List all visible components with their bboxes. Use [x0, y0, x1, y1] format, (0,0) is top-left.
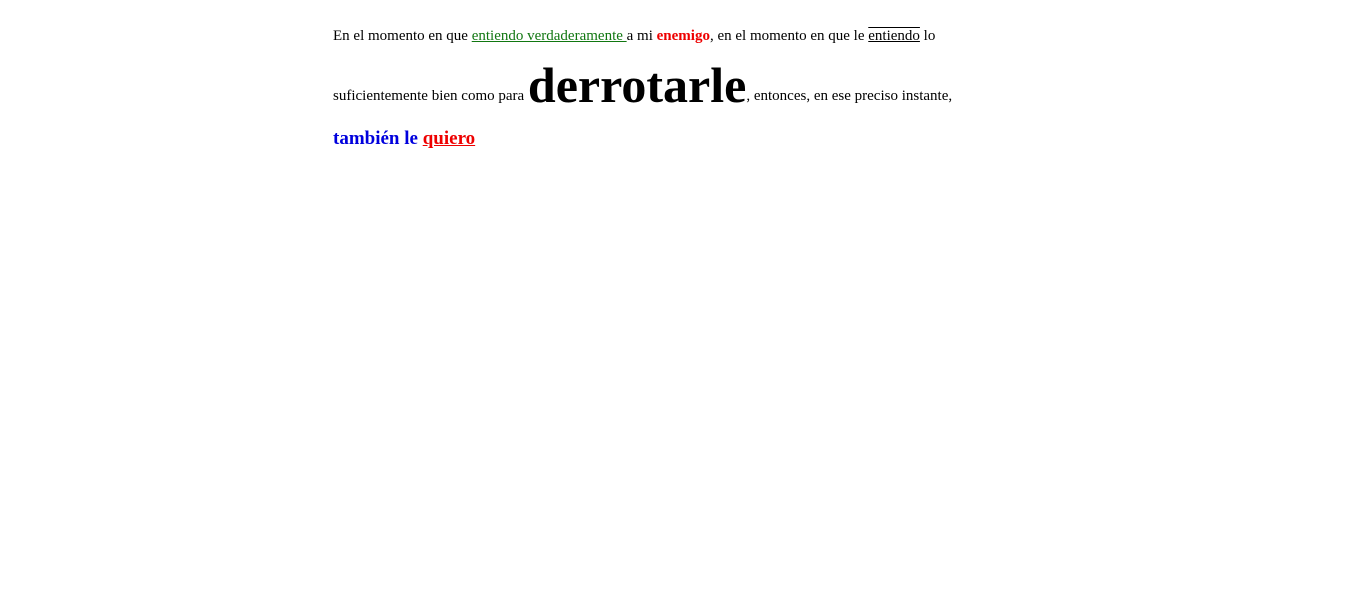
text-segment: En el momento en que: [333, 28, 472, 44]
text-segment: suficientemente bien como para: [333, 88, 528, 104]
text-segment: , en el momento en que le: [709, 28, 869, 44]
quote-line-3: también le quiero: [333, 127, 475, 152]
blue-phrase: también le: [333, 128, 423, 149]
emphasized-word: enemigo: [656, 28, 710, 44]
text-segment: , entonces, en ese preciso instante,: [746, 88, 953, 104]
quote-line-1: En el momento en que entiendo verdaderam…: [333, 27, 935, 45]
red-underlined-word: quiero: [422, 128, 476, 149]
quote-line-2: suficientemente bien como para derrotarl…: [333, 60, 952, 110]
overlined-word: entiendo: [868, 28, 920, 44]
text-segment: a mi: [626, 28, 657, 44]
large-word: derrotarle: [527, 57, 747, 113]
text-segment: lo: [919, 28, 936, 44]
highlighted-phrase: entiendo verdaderamente: [471, 28, 627, 44]
